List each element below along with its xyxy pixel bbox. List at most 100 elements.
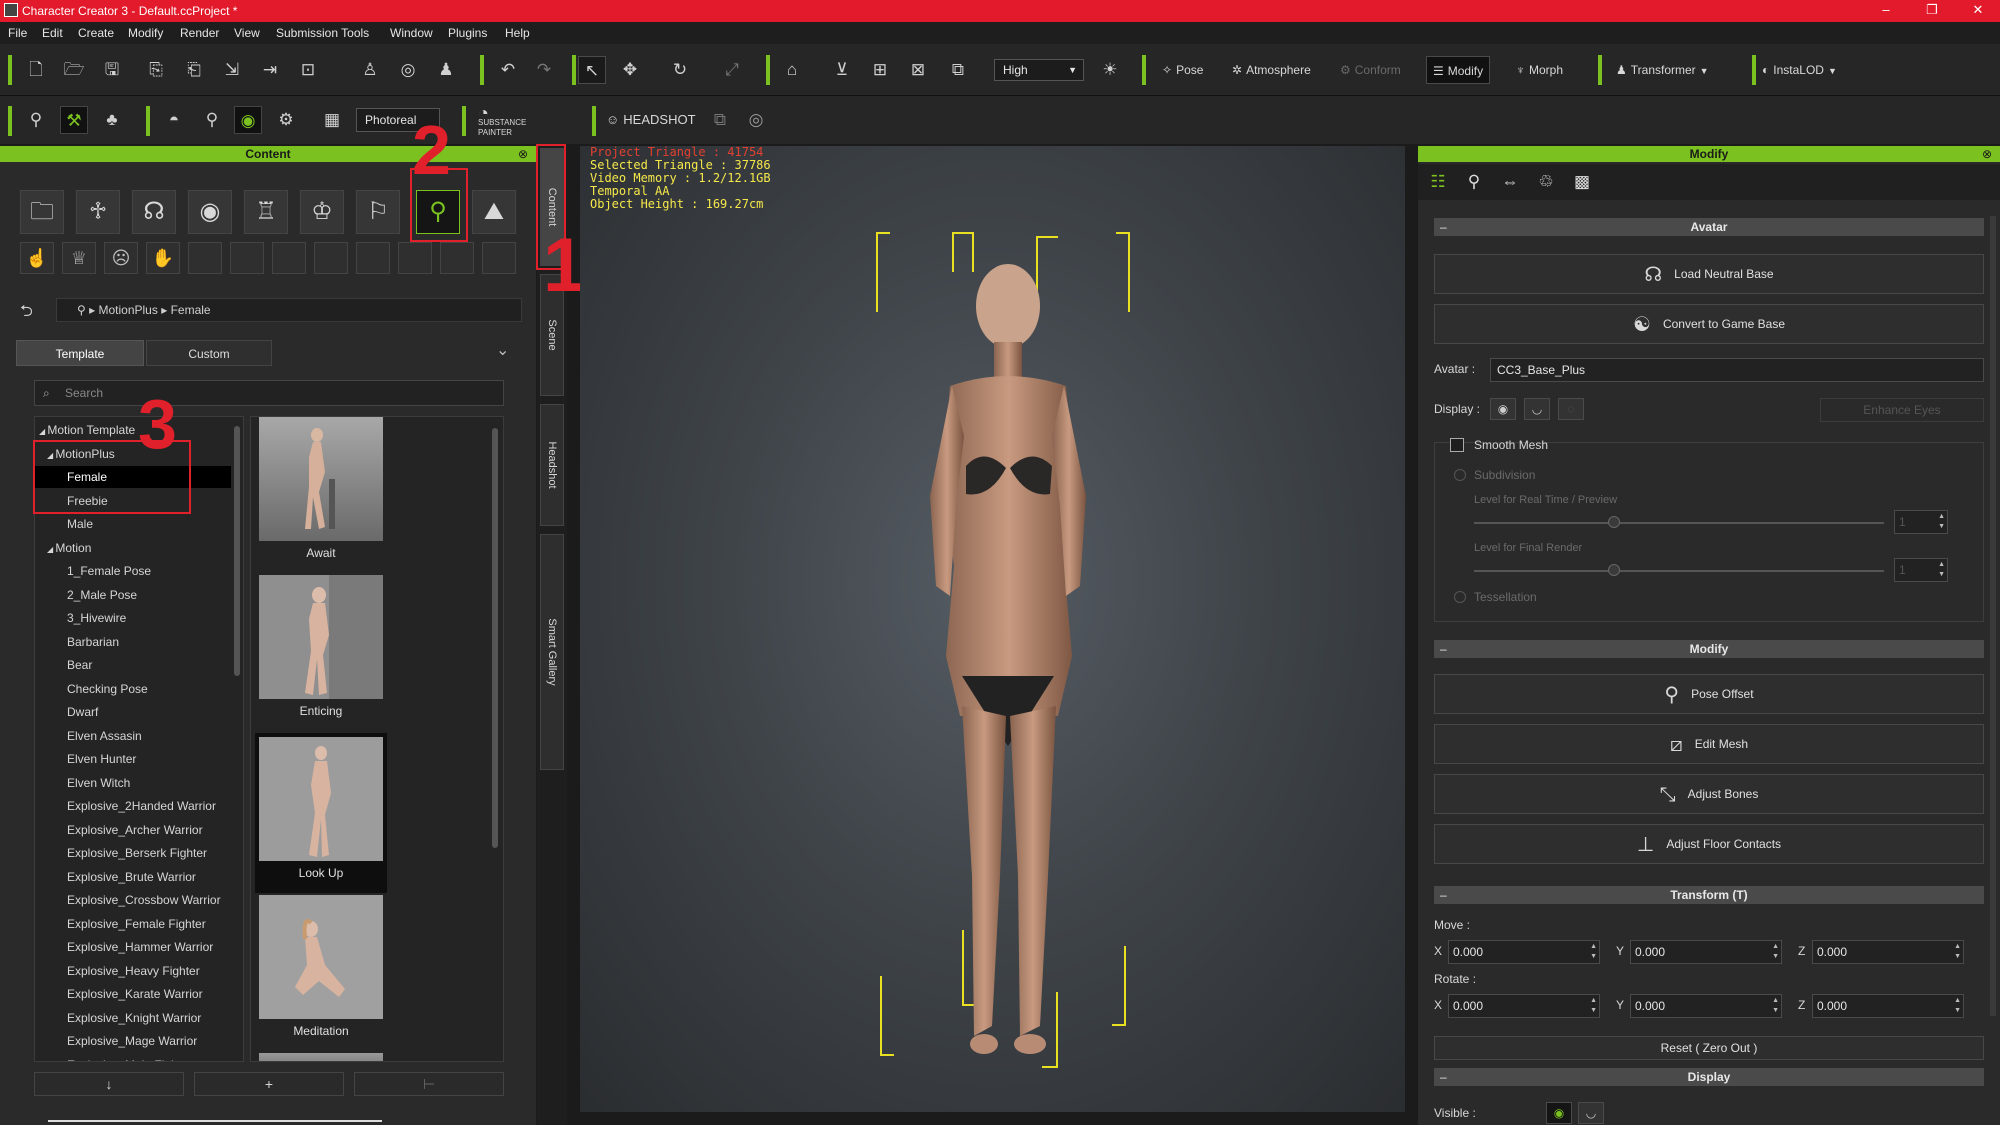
restore-button[interactable]: ❐ — [1912, 2, 1952, 18]
substance-painter-button[interactable]: ◔ SUBSTANCE PAINTER — [472, 104, 532, 137]
tree-item[interactable]: Explosive_2Handed Warrior — [35, 795, 231, 817]
tree-item[interactable]: Dwarf — [35, 701, 231, 723]
eye-icon[interactable]: ◉ — [1490, 398, 1516, 420]
tree-item[interactable]: 2_Male Pose — [35, 584, 231, 606]
tree-item[interactable]: Explosive_Crossbow Warrior — [35, 889, 231, 911]
light-icon[interactable]: ☀ — [1096, 56, 1124, 84]
fit-view-icon[interactable]: ⊻ — [828, 56, 856, 84]
tree-item[interactable]: Explosive_Female Fighter — [35, 913, 231, 935]
subdivision-radio[interactable] — [1454, 469, 1466, 481]
headshot-tool-icon[interactable]: ⧉ — [706, 106, 734, 134]
tree-scrollbar[interactable] — [234, 426, 240, 676]
tab-headshot[interactable]: Headshot — [540, 404, 564, 526]
tree-item[interactable]: Elven Witch — [35, 772, 231, 794]
globe-icon[interactable]: ◎ — [394, 56, 422, 84]
transformer-button[interactable]: ♟ Transformer ▼ — [1610, 56, 1715, 84]
camera-view-icon[interactable]: ⧉ — [944, 56, 972, 84]
tree-item[interactable]: Explosive_Mage Warrior — [35, 1030, 231, 1052]
move-z-input[interactable]: 0.000 ▲ ▼ — [1812, 940, 1964, 964]
pose-offset-button[interactable]: ⚲ Pose Offset — [1434, 674, 1984, 714]
rotate-icon[interactable]: ↻ — [666, 56, 694, 84]
avatar-category-icon[interactable]: ♱ — [76, 190, 120, 234]
tree-item[interactable]: ◢ Motion Template — [35, 419, 231, 441]
rotate-x-input[interactable]: 0.000 ▲ ▼ — [1448, 994, 1600, 1018]
tree-item[interactable]: Explosive_Archer Warrior — [35, 819, 231, 841]
tree-item[interactable]: Explosive_Berserk Fighter — [35, 842, 231, 864]
atmosphere-button[interactable]: ✲ Atmosphere — [1226, 56, 1317, 84]
texture-tab-icon[interactable]: ▩ — [1568, 168, 1596, 196]
conform-button[interactable]: ⚙ Conform — [1334, 56, 1407, 84]
menu-submission-tools[interactable]: Submission Tools — [276, 26, 369, 40]
move-y-input[interactable]: 0.000 ▲ ▼ — [1630, 940, 1782, 964]
modify-section-header[interactable]: – Modify — [1434, 640, 1984, 658]
tree-item[interactable]: 1_Female Pose — [35, 560, 231, 582]
accessory-category-icon[interactable]: ♔ — [300, 190, 344, 234]
morph-tab-icon[interactable]: ⇔ — [1496, 168, 1524, 196]
tree-item[interactable]: Explosive_Heavy Fighter — [35, 960, 231, 982]
tab-template[interactable]: Template — [16, 340, 144, 366]
content-item[interactable]: Meditation — [259, 895, 383, 1051]
modify-button[interactable]: ☰ Modify — [1426, 56, 1491, 84]
new-project-icon[interactable]: 🗋 — [22, 56, 50, 84]
panel-resize-bar[interactable] — [48, 1120, 382, 1122]
import-icon[interactable]: ⎘ — [142, 56, 170, 84]
menu-view[interactable]: View — [234, 26, 260, 40]
eye-disabled-icon[interactable]: ◌ — [1558, 398, 1584, 420]
display-section-header[interactable]: – Display — [1434, 1068, 1984, 1086]
empty-slot[interactable] — [440, 242, 474, 274]
prop-category-icon[interactable]: ⚐ — [356, 190, 400, 234]
tab-custom[interactable]: Custom — [146, 340, 272, 366]
empty-slot[interactable] — [272, 242, 306, 274]
tree-item[interactable]: Checking Pose — [35, 678, 231, 700]
content-item[interactable] — [259, 1053, 383, 1061]
tree-item[interactable]: Explosive_Male Fighter — [35, 1054, 231, 1062]
tab-smart-gallery[interactable]: Smart Gallery — [540, 534, 564, 770]
export-obj-icon[interactable]: ⊡ — [294, 56, 322, 84]
character-icon[interactable]: ♙ — [356, 56, 384, 84]
scene-category-icon[interactable]: ⛰ — [472, 190, 516, 234]
back-icon[interactable]: ⮌ — [20, 300, 33, 327]
enhance-eyes-button[interactable]: Enhance Eyes — [1820, 398, 1984, 422]
tree-item[interactable]: Elven Hunter — [35, 748, 231, 770]
export-icon[interactable]: ⎗ — [180, 56, 208, 84]
close-panel-icon[interactable]: ⊗ — [1982, 146, 1992, 162]
breadcrumb-item[interactable]: MotionPlus — [98, 303, 157, 317]
search-input[interactable]: ⌕ Search — [34, 380, 504, 406]
menu-help[interactable]: Help — [505, 26, 530, 40]
level-realtime-spinner[interactable]: 1 ▲ ▼ — [1894, 510, 1948, 534]
grid-scrollbar[interactable] — [492, 428, 498, 848]
tessellation-radio[interactable] — [1454, 591, 1466, 603]
instalod-button[interactable]: ◐ InstaLOD ▼ — [1756, 56, 1843, 84]
tree-item[interactable]: ◢ Motion — [35, 537, 231, 559]
rotate-y-input[interactable]: 0.000 ▲ ▼ — [1630, 994, 1782, 1018]
attribute-tab-icon[interactable]: ☷ — [1424, 168, 1452, 196]
headshot-head-icon[interactable]: ◎ — [742, 106, 770, 134]
skin-category-icon[interactable]: ◉ — [188, 190, 232, 234]
tree-item[interactable]: Elven Assasin — [35, 725, 231, 747]
download-button[interactable]: ↓ — [34, 1072, 184, 1096]
redo-icon[interactable]: ↷ — [530, 56, 558, 84]
morph-button[interactable]: ♆ Morph — [1510, 56, 1569, 84]
close-panel-icon[interactable]: ⊗ — [518, 146, 528, 162]
eye-closed-icon[interactable]: ◡ — [1524, 398, 1550, 420]
edit-mesh-button[interactable]: ⧄ Edit Mesh — [1434, 724, 1984, 764]
hand-sub-icon[interactable]: ✋ — [146, 242, 180, 274]
tree-item[interactable]: Explosive_Brute Warrior — [35, 866, 231, 888]
headshot-button[interactable]: ☺ HEADSHOT — [600, 106, 702, 134]
content-item[interactable]: Look Up — [255, 733, 387, 893]
empty-slot[interactable] — [398, 242, 432, 274]
auto-setup-icon[interactable]: ◉ — [234, 106, 262, 134]
reset-zero-out-button[interactable]: Reset ( Zero Out ) — [1434, 1036, 1984, 1060]
edit-pose-icon[interactable]: ⚲ — [22, 106, 50, 134]
calendar-icon[interactable]: ▦ — [318, 106, 346, 134]
menu-render[interactable]: Render — [180, 26, 219, 40]
empty-slot[interactable] — [230, 242, 264, 274]
level-realtime-slider-knob[interactable] — [1608, 516, 1620, 528]
open-project-icon[interactable]: 🗁 — [60, 56, 88, 84]
menu-window[interactable]: Window — [390, 26, 433, 40]
select-icon[interactable]: ↖ — [578, 56, 606, 84]
motion-tab-icon[interactable]: ⚲ — [1460, 168, 1488, 196]
export-fbx-icon[interactable]: ⇲ — [218, 56, 246, 84]
move-icon[interactable]: ✥ — [616, 56, 644, 84]
adjust-bones-button[interactable]: ⤡ Adjust Bones — [1434, 774, 1984, 814]
